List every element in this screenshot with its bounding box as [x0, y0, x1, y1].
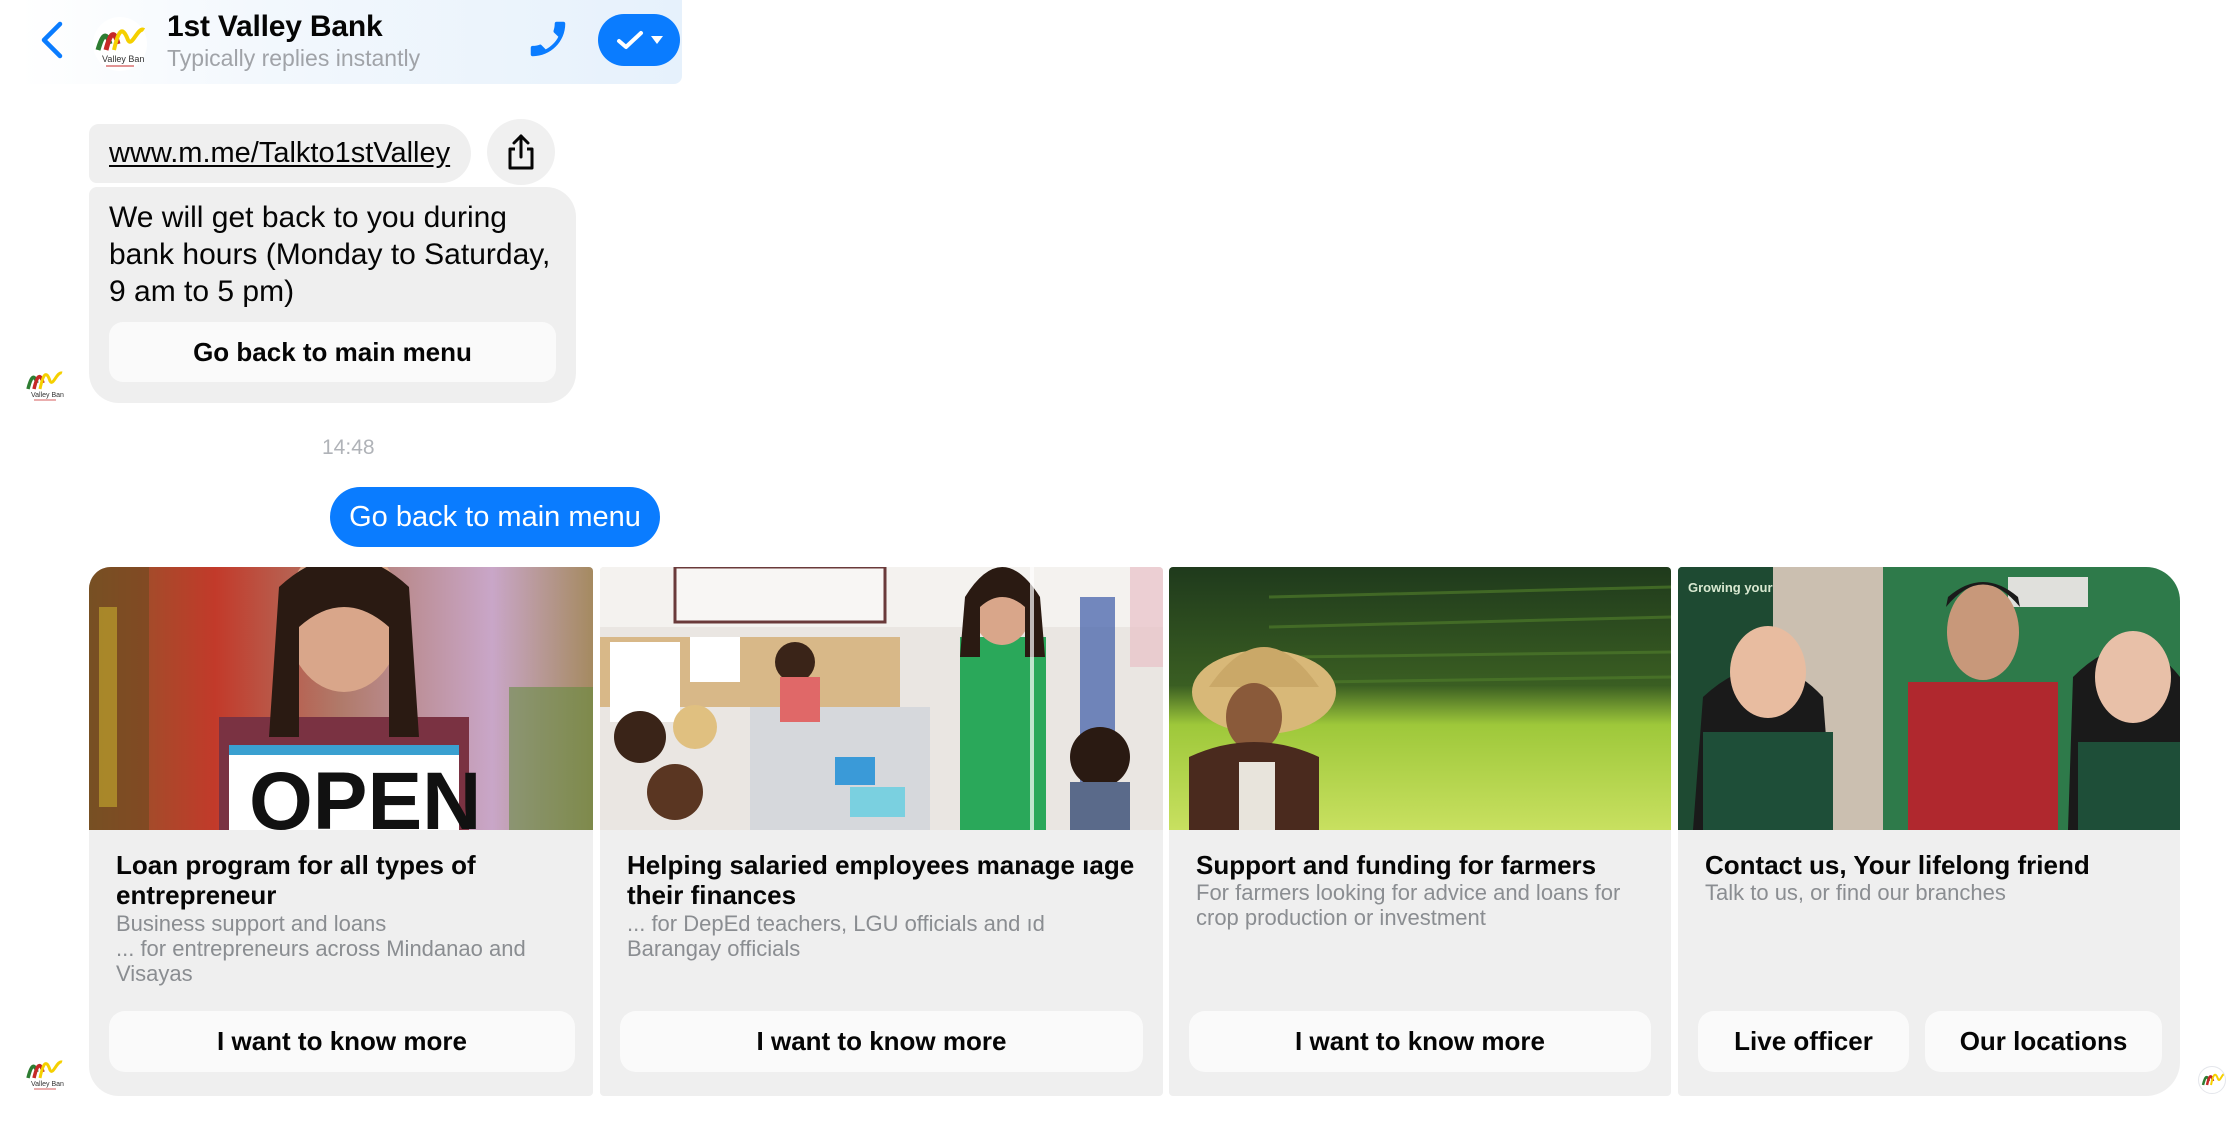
share-button[interactable]	[487, 119, 555, 185]
card-title: Contact us, Your lifelong friend	[1705, 850, 2090, 880]
know-more-button[interactable]: I want to know more	[109, 1011, 575, 1072]
bank-avatar[interactable]: Valley Ban	[22, 363, 68, 403]
card-image-teacher[interactable]	[600, 567, 1163, 830]
carousel-card-farmers: Support and funding for farmers For farm…	[1169, 567, 1671, 1096]
know-more-button[interactable]: I want to know more	[620, 1011, 1143, 1072]
live-officer-button[interactable]: Live officer	[1698, 1011, 1909, 1072]
phone-icon	[530, 21, 566, 57]
store-owner-image: OPEN	[89, 567, 593, 830]
message-timestamp: 14:48	[322, 436, 375, 459]
svg-text:Valley Ban: Valley Ban	[31, 392, 64, 399]
card-subtitle: Talk to us, or find our branches	[1705, 880, 2006, 905]
back-button[interactable]	[32, 18, 72, 62]
card-image-entrepreneur[interactable]: OPEN	[89, 567, 593, 830]
status-dropdown-button[interactable]	[598, 14, 680, 66]
bank-logo[interactable]: Valley Ban	[88, 16, 152, 72]
link-message-bubble: www.m.me/Talkto1stValley	[89, 124, 471, 183]
read-receipt-avatar	[2198, 1066, 2226, 1094]
classroom-image	[600, 567, 1163, 830]
svg-text:Valley Ban: Valley Ban	[31, 1081, 64, 1088]
card-subtitle: ... for entrepreneurs across Mindanao an…	[116, 936, 526, 986]
chat-subtitle: Typically replies instantly	[167, 45, 421, 71]
card-image-farmer[interactable]	[1169, 567, 1671, 830]
card-image-staff[interactable]: Growing your	[1678, 567, 2180, 830]
bank-logo-icon: Valley Ban	[26, 371, 64, 401]
rice-field-image	[1169, 567, 1671, 830]
go-back-main-menu-button[interactable]: Go back to main menu	[109, 322, 556, 382]
know-more-button[interactable]: I want to know more	[1189, 1011, 1651, 1072]
svg-text:Valley Ban: Valley Ban	[102, 54, 144, 64]
bank-hours-message-bubble: We will get back to you during bank hour…	[89, 187, 576, 403]
card-subtitle: For farmers looking for advice and loans…	[1196, 880, 1621, 930]
carousel-card-loans: OPEN Loan program for all types of entre…	[89, 567, 593, 1096]
bank-logo-icon	[2201, 1073, 2225, 1086]
our-locations-button[interactable]: Our locations	[1925, 1011, 2162, 1072]
bank-logo-icon: Valley Ban	[93, 17, 147, 71]
card-subtitle: ... for DepEd teachers, LGU officials an…	[627, 911, 1045, 961]
bank-logo-icon: Valley Ban	[26, 1060, 64, 1090]
card-subtitle: Business support and loans	[116, 911, 387, 936]
chat-title: 1st Valley Bank	[167, 10, 383, 43]
svg-text:OPEN: OPEN	[249, 756, 481, 830]
card-title: Helping salaried employees manage ıage t…	[627, 850, 1135, 910]
svg-text:Growing your: Growing your	[1688, 580, 1773, 595]
talk-link[interactable]: www.m.me/Talkto1stValley	[109, 137, 450, 170]
share-icon	[508, 134, 534, 170]
user-message-bubble: Go back to main menu	[330, 487, 660, 547]
bank-hours-text: We will get back to you during bank hour…	[109, 201, 551, 308]
chat-header: Valley Ban 1st Valley Bank Typically rep…	[20, 0, 682, 84]
bank-avatar[interactable]: Valley Ban	[22, 1052, 68, 1092]
chevron-left-icon	[41, 21, 63, 59]
call-button[interactable]	[525, 16, 575, 66]
bank-staff-image: Growing your	[1678, 567, 2180, 830]
checkmark-icon	[617, 31, 643, 49]
carousel-card-employees: Helping salaried employees manage ıage t…	[600, 567, 1163, 1096]
card-title: Support and funding for farmers	[1196, 850, 1597, 880]
carousel-card-contact: Growing your Contact us, Your lifelong f…	[1678, 567, 2180, 1096]
card-title: Loan program for all types of entreprene…	[116, 850, 476, 910]
caret-down-icon	[651, 36, 663, 44]
